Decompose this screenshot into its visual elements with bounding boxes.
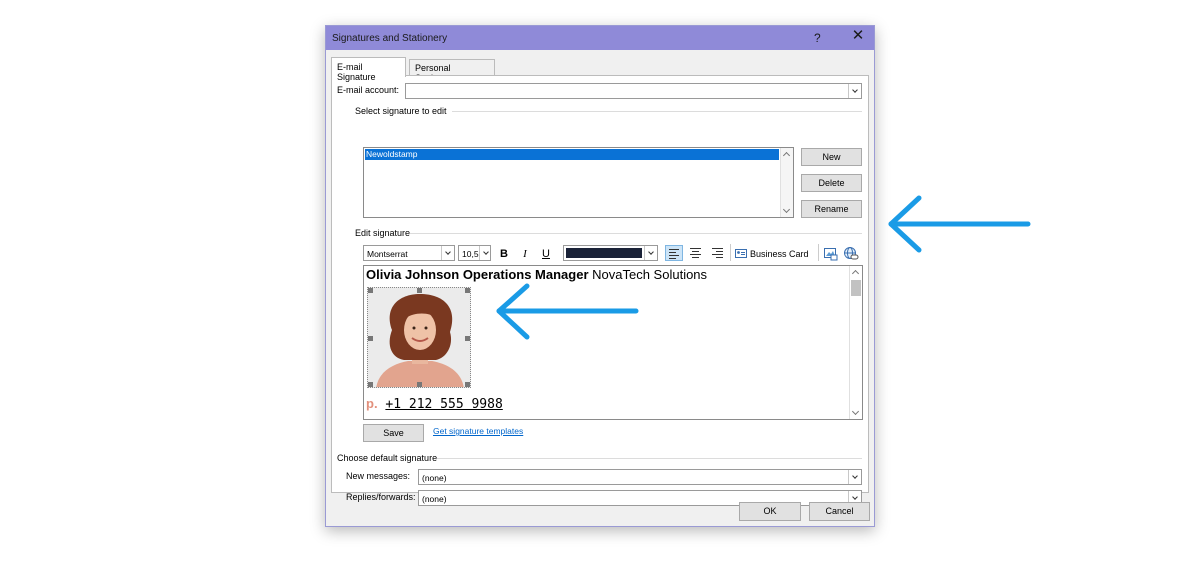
tab-email-signature[interactable]: E-mail Signature — [331, 57, 406, 82]
new-messages-value: (none) — [422, 473, 447, 483]
new-button[interactable]: New — [801, 148, 862, 166]
scroll-up-icon[interactable] — [851, 269, 860, 278]
signature-phone-line: p. +1 212 555 9988 — [366, 396, 503, 412]
new-messages-select[interactable]: (none) — [418, 469, 862, 485]
replies-forwards-value: (none) — [422, 494, 447, 504]
list-scrollbar[interactable] — [780, 148, 793, 217]
resize-handle[interactable] — [417, 288, 422, 293]
editor-scrollbar[interactable] — [849, 266, 862, 419]
chevron-down-icon[interactable] — [644, 246, 657, 260]
signature-list[interactable]: Newoldstamp — [363, 147, 794, 218]
new-messages-label: New messages: — [346, 471, 411, 481]
align-center-button[interactable] — [687, 245, 705, 261]
save-button[interactable]: Save — [363, 424, 424, 442]
ok-button[interactable]: OK — [739, 502, 801, 521]
edit-signature-label: Edit signature — [355, 228, 414, 238]
chevron-down-icon[interactable] — [848, 470, 861, 484]
signature-name: Olivia Johnson — [366, 267, 460, 282]
resize-handle[interactable] — [465, 336, 470, 341]
font-select[interactable]: Montserrat — [363, 245, 455, 261]
chevron-down-icon[interactable] — [441, 246, 454, 260]
signature-heading-line: Olivia Johnson Operations Manager NovaTe… — [366, 267, 707, 282]
email-account-select[interactable] — [405, 83, 862, 99]
tab-personal-stationery[interactable]: Personal Stationery — [409, 59, 495, 83]
signature-photo[interactable] — [367, 287, 471, 388]
chevron-down-icon[interactable] — [479, 246, 490, 260]
email-account-label: E-mail account: — [337, 85, 400, 95]
signature-templates-link[interactable]: Get signature templates — [433, 426, 523, 436]
list-item[interactable]: Newoldstamp — [365, 149, 779, 160]
chevron-down-icon[interactable] — [848, 84, 861, 98]
font-value: Montserrat — [367, 249, 408, 259]
align-right-button[interactable] — [709, 245, 727, 261]
signature-company: NovaTech Solutions — [592, 267, 708, 282]
default-signature-label: Choose default signature — [337, 453, 441, 463]
business-card-label: Business Card — [750, 249, 809, 259]
select-signature-label: Select signature to edit — [355, 106, 450, 116]
toolbar-divider — [818, 244, 819, 261]
phone-prefix: p. — [366, 396, 378, 411]
font-size-select[interactable]: 10,5 — [458, 245, 491, 261]
align-left-icon — [669, 249, 679, 259]
dialog-titlebar: Signatures and Stationery ? ✕ — [326, 26, 874, 50]
arrow-left-icon — [888, 195, 1031, 253]
phone-number-link[interactable]: +1 212 555 9988 — [385, 397, 502, 412]
group-divider — [452, 111, 862, 112]
close-button[interactable]: ✕ — [851, 28, 865, 43]
delete-button[interactable]: Delete — [801, 174, 862, 192]
business-card-icon — [735, 249, 747, 258]
cancel-button[interactable]: Cancel — [809, 502, 870, 521]
align-right-icon — [712, 248, 723, 258]
picture-icon — [824, 248, 838, 261]
resize-handle[interactable] — [368, 336, 373, 341]
signature-title: Operations Manager — [462, 267, 589, 282]
resize-handle[interactable] — [417, 382, 422, 387]
arrow-left-icon — [496, 283, 639, 340]
bold-button[interactable]: B — [497, 246, 511, 262]
align-center-icon — [690, 248, 701, 258]
align-left-button[interactable] — [665, 245, 683, 261]
resize-handle[interactable] — [465, 288, 470, 293]
scroll-down-icon[interactable] — [782, 205, 791, 214]
signatures-dialog: Signatures and Stationery ? ✕ E-mail Sig… — [325, 25, 875, 527]
underline-button[interactable]: U — [539, 246, 553, 262]
replies-forwards-label: Replies/forwards: — [346, 492, 416, 502]
insert-hyperlink-button[interactable] — [843, 246, 859, 262]
toolbar-divider — [730, 244, 731, 261]
hyperlink-globe-icon — [844, 247, 859, 260]
rename-button[interactable]: Rename — [801, 200, 862, 218]
font-size-value: 10,5 — [462, 249, 479, 259]
scroll-down-icon[interactable] — [851, 407, 860, 416]
scroll-thumb[interactable] — [851, 280, 861, 296]
resize-handle[interactable] — [368, 382, 373, 387]
insert-picture-button[interactable] — [823, 246, 839, 262]
dialog-title: Signatures and Stationery — [332, 33, 448, 44]
resize-handle[interactable] — [368, 288, 373, 293]
font-color-swatch — [566, 248, 642, 258]
group-divider — [437, 458, 862, 459]
resize-handle[interactable] — [465, 382, 470, 387]
scroll-up-icon[interactable] — [782, 151, 791, 160]
font-color-select[interactable] — [563, 245, 658, 261]
person-photo-image — [368, 288, 470, 387]
business-card-button[interactable]: Business Card — [735, 246, 815, 262]
italic-button[interactable]: I — [518, 246, 532, 262]
help-button[interactable]: ? — [814, 31, 821, 45]
group-divider — [410, 233, 862, 234]
